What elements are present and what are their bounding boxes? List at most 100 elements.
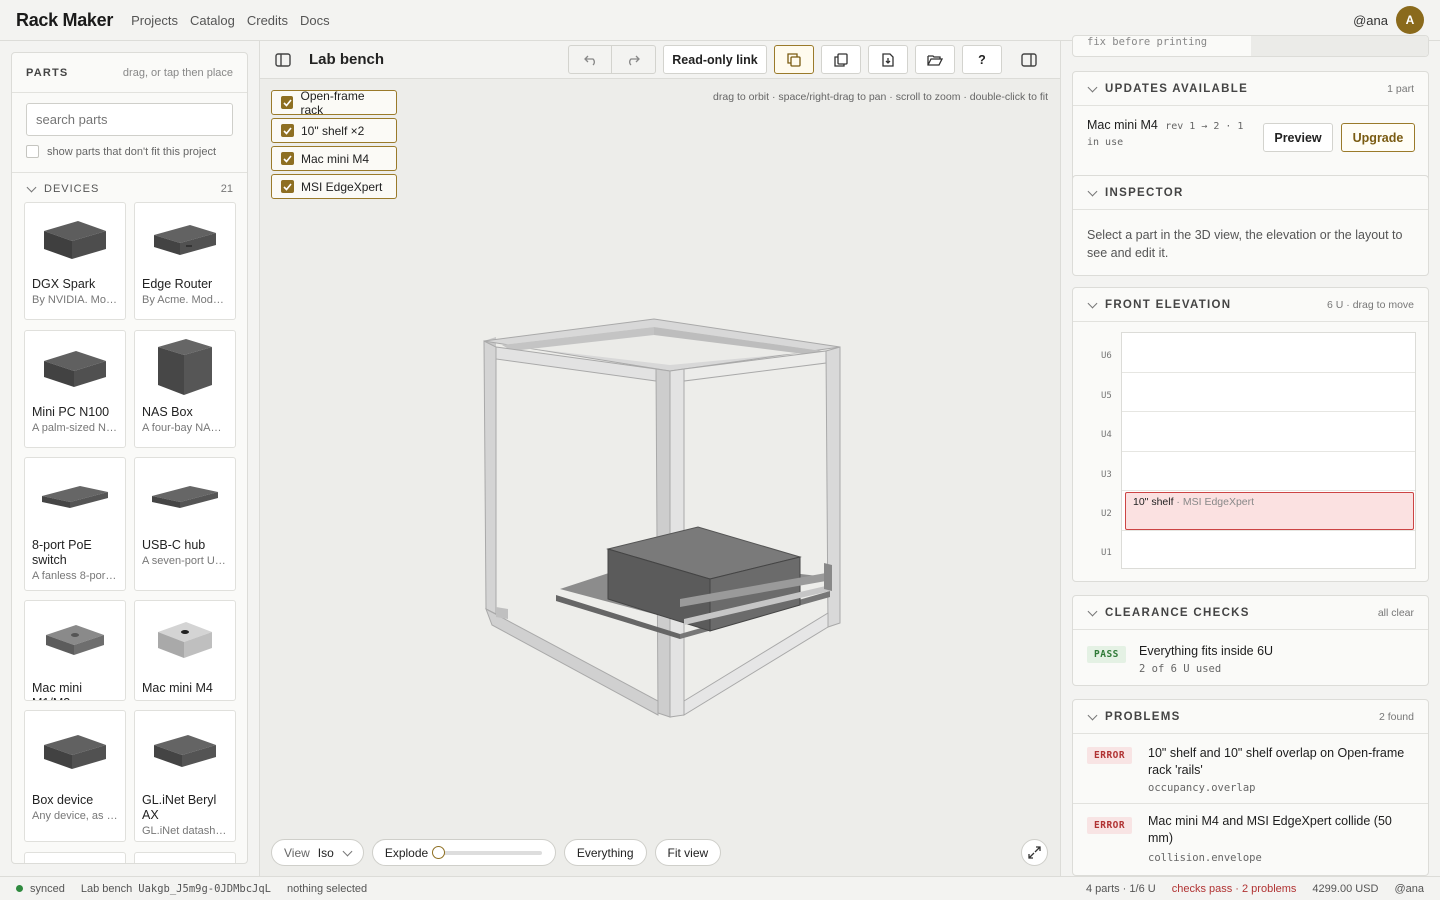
part-card-poe-switch[interactable]: 8-port PoE switch A fanless 8-port ... [24, 457, 126, 591]
checks-summary[interactable]: checks pass · 2 problems [1172, 883, 1297, 895]
export-button[interactable] [868, 45, 908, 74]
layer-shelf[interactable]: 10" shelf ×2 [271, 118, 397, 143]
problem-message: 10" shelf and 10" shelf overlap on Open-… [1148, 746, 1405, 777]
parts-hint: drag, or tap then place [122, 66, 233, 79]
chevron-down-icon [1087, 298, 1098, 308]
open-button[interactable] [915, 45, 955, 74]
username[interactable]: @ana [1353, 13, 1388, 28]
toolbar-actions: Read-only link ? [568, 45, 1049, 74]
elevation-slot[interactable] [1122, 333, 1415, 373]
part-card-more[interactable] [24, 852, 126, 863]
fullscreen-button[interactable] [1021, 839, 1048, 866]
explode-slider[interactable] [432, 845, 543, 859]
clearance-header[interactable]: CLEARANCE CHECKS all clear [1073, 596, 1428, 630]
elevation-slot[interactable] [1122, 373, 1415, 412]
avatar[interactable]: A [1396, 6, 1424, 34]
show-unfit-label: show parts that don't fit this project [47, 145, 217, 158]
part-card-mini-pc-n100[interactable]: Mini PC N100 A palm-sized N1... [24, 330, 126, 448]
project-id: Uakgb_J5m9g-0JDMbcJqL [138, 882, 272, 895]
parts-title: PARTS [26, 66, 69, 79]
part-card-more[interactable] [134, 852, 236, 863]
elevation-grid[interactable]: 10" shelf · MSI EdgeXpert [1121, 332, 1416, 569]
checked-icon[interactable] [281, 124, 294, 137]
show-unfit-checkbox[interactable] [26, 145, 39, 158]
show-unfit-toggle[interactable]: show parts that don't fit this project [12, 136, 247, 158]
copy-button[interactable] [774, 45, 814, 74]
user-menu[interactable]: @ana A [1353, 6, 1424, 34]
workspace-toolbar: Lab bench Read-only link ? [260, 41, 1060, 79]
pass-badge: PASS [1087, 646, 1126, 663]
checked-icon[interactable] [281, 180, 294, 193]
nav-projects[interactable]: Projects [131, 13, 178, 28]
devices-section-header[interactable]: DEVICES 21 [12, 172, 247, 195]
nas-icon [135, 331, 235, 405]
viewport-hint: drag to orbit · space/right-drag to pan … [713, 91, 1048, 103]
layer-open-frame-rack[interactable]: Open-frame rack [271, 89, 397, 117]
part-name: USB-C hub [142, 538, 206, 552]
explode-control[interactable]: Explode [371, 839, 556, 866]
top-nav: Projects Catalog Credits Docs [131, 13, 330, 28]
box-device-icon [25, 711, 125, 793]
print-notes-bar [1251, 36, 1428, 56]
duplicate-button[interactable] [821, 45, 861, 74]
elevation-slot[interactable] [1122, 412, 1415, 452]
app-brand[interactable]: Rack Maker [16, 10, 113, 31]
update-rev: rev 1 → 2 · 1 [1165, 121, 1244, 132]
layer-label: 10" shelf ×2 [301, 123, 365, 138]
preview-button[interactable]: Preview [1263, 123, 1333, 152]
fit-view-button[interactable]: Fit view [654, 839, 722, 866]
folder-open-icon [927, 54, 943, 66]
everything-button[interactable]: Everything [563, 839, 647, 866]
layer-label: MSI EdgeXpert [301, 179, 383, 194]
layer-mac-mini-m4[interactable]: Mac mini M4 [271, 146, 397, 171]
undo-icon[interactable] [583, 54, 598, 66]
part-name: GL.iNet Beryl AX [142, 793, 217, 822]
clearance-detail: 2 of 6 U used [1139, 663, 1222, 675]
parts-summary: 4 parts · 1/6 U [1086, 882, 1156, 895]
project-title[interactable]: Lab bench [309, 51, 384, 68]
redo-icon[interactable] [626, 54, 641, 66]
upgrade-button[interactable]: Upgrade [1341, 123, 1415, 152]
error-badge: ERROR [1087, 817, 1133, 834]
problems-header[interactable]: PROBLEMS 2 found [1073, 700, 1428, 734]
part-card-usb-c-hub[interactable]: USB-C hub A seven-port US... [134, 457, 236, 591]
explode-slider-handle[interactable] [432, 845, 446, 859]
part-card-nas-box[interactable]: NAS Box A four-bay NAS, ... [134, 330, 236, 448]
elevation-slot[interactable] [1122, 452, 1415, 491]
view-select[interactable]: View Iso [271, 839, 364, 866]
error-badge: ERROR [1087, 747, 1133, 764]
nav-docs[interactable]: Docs [300, 13, 330, 28]
problem-item[interactable]: ERROR Mac mini M4 and MSI EdgeXpert coll… [1073, 805, 1428, 874]
problem-item[interactable]: ERROR 10" shelf and 10" shelf overlap on… [1073, 735, 1428, 804]
checked-icon[interactable] [281, 96, 294, 109]
mac-mini-icon [25, 601, 125, 681]
part-card-box-device[interactable]: Box device Any device, as a ... [24, 710, 126, 842]
updates-header[interactable]: UPDATES AVAILABLE 1 part [1073, 72, 1428, 106]
part-card-edge-router[interactable]: Edge Router By Acme. Modell... [134, 202, 236, 320]
inspector-header[interactable]: INSPECTOR [1073, 176, 1428, 210]
part-card-mac-mini-m1[interactable]: Mac mini M1/M2 [24, 600, 126, 701]
toggle-left-panel-button[interactable] [271, 45, 295, 74]
help-button[interactable]: ? [962, 45, 1002, 74]
front-elevation-panel: FRONT ELEVATION 6 U · drag to move U6 U5… [1072, 287, 1429, 582]
nav-credits[interactable]: Credits [247, 13, 288, 28]
elevation-row-label: U3 [1101, 470, 1112, 480]
switch-icon [25, 458, 125, 538]
checked-icon[interactable] [281, 152, 294, 165]
read-only-link-button[interactable]: Read-only link [663, 45, 767, 74]
layer-msi-edgexpert[interactable]: MSI EdgeXpert [271, 174, 397, 199]
part-card-gl-inet-beryl[interactable]: GL.iNet Beryl AX GL.iNet datashe... [134, 710, 236, 842]
undo-redo-group [568, 45, 656, 74]
part-card-dgx-spark[interactable]: DGX Spark By NVIDIA. Mod... [24, 202, 126, 320]
travel-router-icon [135, 711, 235, 793]
elevation-header[interactable]: FRONT ELEVATION 6 U · drag to move [1073, 288, 1428, 322]
sidebar-left-icon [275, 52, 291, 67]
elevation-slot[interactable] [1122, 531, 1415, 571]
toggle-right-panel-button[interactable] [1009, 45, 1049, 74]
elevation-item-shelf[interactable]: 10" shelf · MSI EdgeXpert [1125, 492, 1414, 530]
selection-status: nothing selected [287, 882, 368, 895]
nav-catalog[interactable]: Catalog [190, 13, 235, 28]
part-card-mac-mini-m4[interactable]: Mac mini M4 [134, 600, 236, 701]
search-input[interactable] [26, 103, 233, 136]
problem-message: Mac mini M4 and MSI EdgeXpert collide (5… [1148, 814, 1392, 845]
